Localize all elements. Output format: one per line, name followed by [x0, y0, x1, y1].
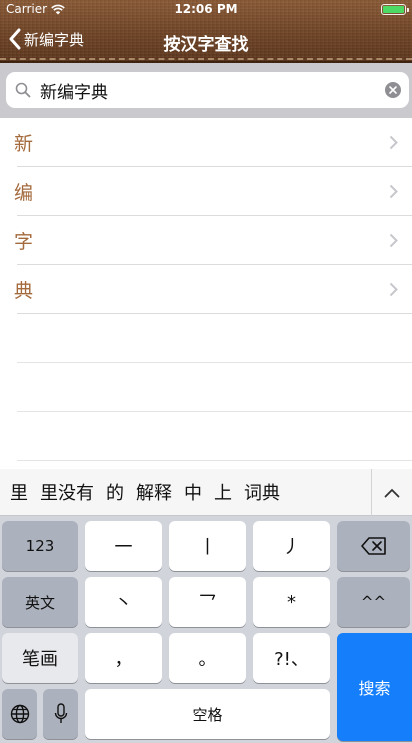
chevron-right-icon — [389, 233, 398, 248]
chevron-up-icon — [384, 488, 400, 497]
space-key[interactable]: 空格 — [85, 689, 330, 739]
search-icon — [15, 82, 31, 98]
search-key[interactable]: 搜索 — [337, 633, 412, 741]
list-item[interactable]: 新 — [0, 118, 412, 167]
emoticon-key[interactable]: ^^ — [337, 577, 410, 627]
candidate-item[interactable]: 的 — [106, 479, 136, 505]
list-item[interactable]: 编 — [0, 167, 412, 216]
numbers-key[interactable]: 123 — [2, 521, 78, 571]
stroke-heng-key[interactable]: 一 — [85, 521, 162, 571]
empty-row — [0, 412, 412, 461]
list-item-label: 新 — [14, 133, 34, 155]
comma-key[interactable]: ， — [85, 633, 162, 683]
globe-icon — [10, 704, 29, 724]
period-key[interactable]: 。 — [169, 633, 246, 683]
candidate-item[interactable]: 词典 — [244, 479, 292, 505]
stitch-divider — [0, 58, 412, 60]
search-input[interactable] — [40, 80, 370, 100]
chevron-right-icon — [389, 184, 398, 199]
globe-key[interactable] — [2, 689, 37, 739]
nav-bar: 新编字典 按汉字查找 — [0, 20, 412, 61]
clock: 12:06 PM — [174, 2, 238, 16]
chevron-right-icon — [389, 282, 398, 297]
list-item[interactable]: 典 — [0, 265, 412, 314]
status-bar: Carrier 12:06 PM — [0, 0, 412, 20]
candidate-item[interactable]: 上 — [214, 479, 244, 505]
stroke-dian-key[interactable]: 丶 — [85, 577, 162, 627]
delete-key[interactable] — [337, 521, 410, 571]
expand-candidates-button[interactable] — [372, 469, 412, 516]
empty-row — [0, 363, 412, 412]
list-item-label: 编 — [14, 182, 34, 204]
candidate-bar: 里 里没有 的 解释 中 上 词典 — [0, 469, 412, 516]
chevron-right-icon — [389, 135, 398, 150]
stroke-shu-key[interactable]: 丨 — [169, 521, 246, 571]
page-title: 按汉字查找 — [163, 35, 249, 55]
backspace-icon — [360, 537, 386, 555]
search-bar — [0, 63, 412, 118]
list-item-label: 典 — [14, 280, 34, 302]
stroke-zhe-key[interactable]: 乛 — [169, 577, 246, 627]
battery-icon — [381, 4, 409, 15]
result-list: 新 编 字 典 — [0, 118, 412, 461]
clear-icon[interactable] — [385, 82, 401, 98]
stroke-mode-key[interactable]: 笔画 — [2, 633, 78, 683]
microphone-icon — [54, 703, 67, 723]
stroke-pie-key[interactable]: 丿 — [253, 521, 330, 571]
punctuation-key[interactable]: ?!、 — [253, 633, 330, 683]
candidate-list: 里 里没有 的 解释 中 上 词典 — [10, 469, 372, 516]
candidate-item[interactable]: 解释 — [136, 479, 184, 505]
search-field[interactable] — [6, 72, 409, 108]
candidate-item[interactable]: 里没有 — [40, 479, 106, 505]
dictation-key[interactable] — [43, 689, 78, 739]
header: Carrier 12:06 PM 新编字典 按汉字查找 — [0, 0, 412, 63]
wildcard-key[interactable]: * — [253, 577, 330, 627]
candidate-item[interactable]: 里 — [10, 479, 40, 505]
empty-row — [0, 314, 412, 363]
list-item[interactable]: 字 — [0, 216, 412, 265]
english-key[interactable]: 英文 — [2, 577, 78, 627]
keyboard: 里 里没有 的 解释 中 上 词典 123 一 丨 丿 英文 丶 乛 * ^^ … — [0, 469, 412, 743]
candidate-item[interactable]: 中 — [184, 479, 214, 505]
list-item-label: 字 — [14, 231, 34, 253]
